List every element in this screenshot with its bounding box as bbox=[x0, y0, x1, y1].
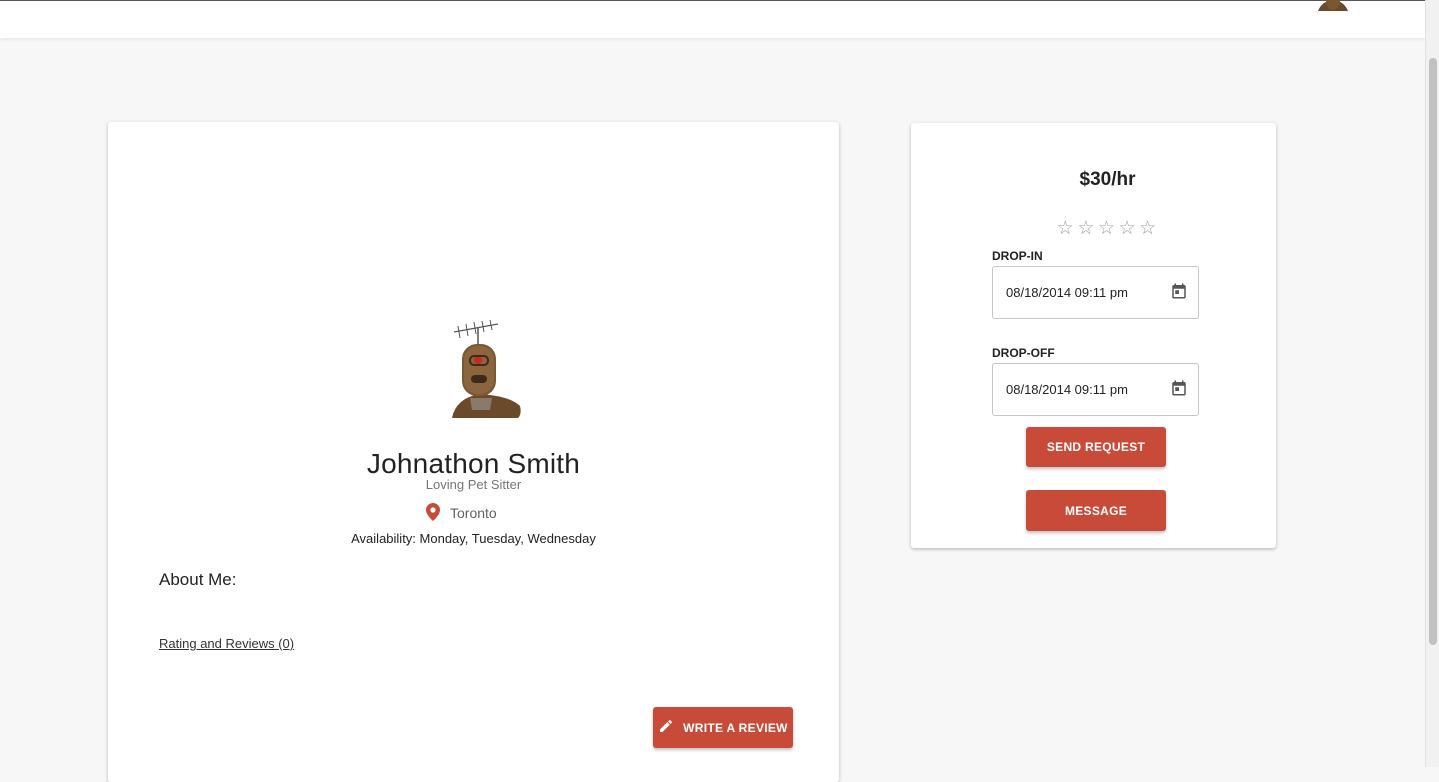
drop-off-label: DROP-OFF bbox=[992, 346, 1055, 360]
location-pin-icon bbox=[426, 502, 440, 524]
calendar-icon[interactable] bbox=[1170, 282, 1188, 303]
drop-off-value: 08/18/2014 09:11 pm bbox=[1006, 382, 1128, 397]
page-scrollbar[interactable] bbox=[1425, 0, 1439, 767]
drop-in-datetime-input[interactable]: 08/18/2014 09:11 pm bbox=[992, 266, 1199, 319]
location-text: Toronto bbox=[450, 505, 497, 521]
user-avatar[interactable] bbox=[1312, 0, 1354, 11]
top-app-bar bbox=[0, 0, 1425, 38]
hourly-rate: $30/hr bbox=[1079, 169, 1136, 190]
send-request-button[interactable]: SEND REQUEST bbox=[1026, 427, 1166, 467]
sitter-tagline: Loving Pet Sitter bbox=[425, 477, 522, 492]
drop-in-value: 08/18/2014 09:11 pm bbox=[1006, 285, 1128, 300]
robot-avatar bbox=[440, 318, 530, 418]
about-me-heading: About Me: bbox=[159, 570, 237, 589]
star-outline-icon[interactable]: ☆ bbox=[1077, 218, 1096, 240]
write-review-label: WRITE A REVIEW bbox=[683, 720, 788, 735]
sitter-location: Toronto bbox=[426, 502, 497, 524]
write-review-button[interactable]: WRITE A REVIEW bbox=[653, 707, 793, 748]
star-outline-icon[interactable]: ☆ bbox=[1056, 218, 1075, 240]
pencil-icon bbox=[658, 718, 674, 737]
scrollbar-thumb[interactable] bbox=[1429, 58, 1437, 645]
drop-in-label: DROP-IN bbox=[992, 249, 1043, 263]
star-outline-icon[interactable]: ☆ bbox=[1138, 218, 1157, 240]
star-outline-icon[interactable]: ☆ bbox=[1118, 218, 1137, 240]
star-rating[interactable]: ☆ ☆ ☆ ☆ ☆ bbox=[1056, 218, 1157, 240]
ratings-reviews-link[interactable]: Rating and Reviews (0) bbox=[159, 636, 294, 651]
message-button[interactable]: MESSAGE bbox=[1026, 490, 1166, 531]
drop-off-datetime-input[interactable]: 08/18/2014 09:11 pm bbox=[992, 363, 1199, 416]
star-outline-icon[interactable]: ☆ bbox=[1097, 218, 1116, 240]
sitter-name: Johnathon Smith bbox=[366, 448, 581, 479]
availability-text: Availability: Monday, Tuesday, Wednesday bbox=[351, 531, 596, 546]
calendar-icon[interactable] bbox=[1170, 379, 1188, 400]
